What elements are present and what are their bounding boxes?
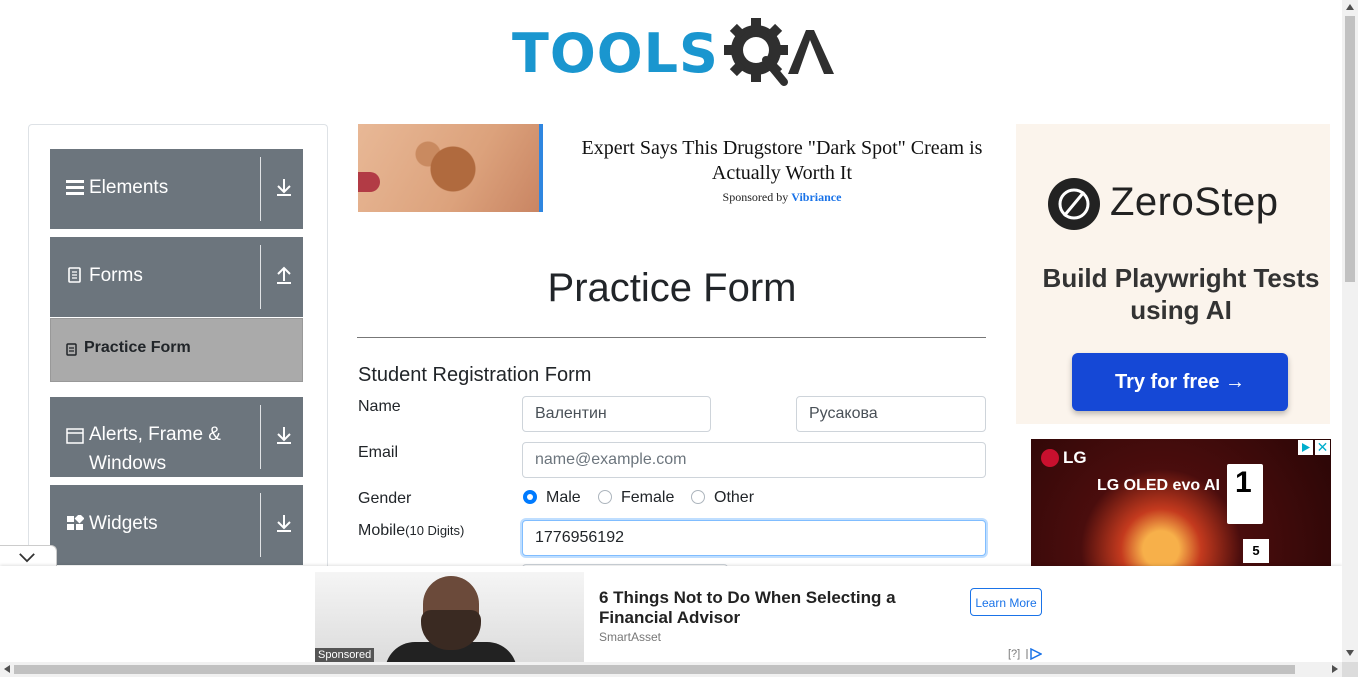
form-subtitle: Student Registration Form <box>358 364 592 386</box>
mobile-input[interactable]: 1776956192 <box>522 520 986 556</box>
ad-image <box>358 124 539 212</box>
adchoices-icon[interactable] <box>1026 648 1042 660</box>
first-name-input[interactable]: Валентин <box>522 396 711 432</box>
last-name-input[interactable]: Русакова <box>796 396 986 432</box>
mobile-hint: (10 Digits) <box>405 523 465 538</box>
upload-icon[interactable] <box>275 265 293 285</box>
tv-box-label: 5 <box>1243 539 1269 563</box>
sidebar-group-alerts[interactable]: Alerts, Frame & Windows <box>50 397 303 477</box>
scrollbar-corner <box>1342 662 1358 677</box>
ad-source: SmartAsset <box>599 630 662 644</box>
hamburger-icon <box>66 180 84 195</box>
mobile-label: Mobile(10 Digits) <box>358 522 464 540</box>
ad-sponsor-name[interactable]: Vibriance <box>791 190 841 204</box>
sidebar: Elements Forms Practice Form Alerts, Fra… <box>28 124 328 585</box>
sidebar-group-elements[interactable]: Elements <box>50 149 303 229</box>
window-icon <box>66 428 84 444</box>
mobile-label-text: Mobile <box>358 522 406 539</box>
sponsored-label: Sponsored <box>315 648 375 662</box>
clipboard-icon <box>66 343 77 356</box>
scroll-up-icon[interactable] <box>1346 4 1354 10</box>
lg-advertisement[interactable]: LG LG OLED evo AI 1 5 ✕ <box>1031 439 1331 567</box>
lg-logo-icon <box>1041 449 1059 467</box>
gender-female-label[interactable]: Female <box>621 489 674 507</box>
page-title: Practice Form <box>547 266 797 310</box>
scroll-down-icon[interactable] <box>1346 650 1354 656</box>
gender-male-radio[interactable] <box>523 490 537 504</box>
ad-sponsored-prefix: Sponsored by <box>722 190 789 204</box>
learn-more-button[interactable]: Learn More <box>970 588 1042 616</box>
ad-headline[interactable]: Expert Says This Drugstore "Dark Spot" C… <box>573 136 991 186</box>
scrollbar-thumb[interactable] <box>1345 16 1355 282</box>
zerostep-advertisement[interactable]: ZeroStep Build Playwright Tests using AI… <box>1016 124 1330 424</box>
close-icon[interactable]: ✕ <box>1315 440 1330 455</box>
try-for-free-button[interactable]: Try for free → <box>1072 353 1288 411</box>
gear-magnifier-icon <box>724 18 834 86</box>
gender-other-label[interactable]: Other <box>714 489 754 507</box>
adchoices-icon[interactable] <box>1298 440 1313 455</box>
email-input[interactable]: name@example.com <box>522 442 986 478</box>
divider <box>357 337 986 338</box>
ad-image: Sponsored <box>315 572 584 662</box>
scrollbar-thumb[interactable] <box>14 665 1295 674</box>
sidebar-item-practice-form[interactable]: Practice Form <box>50 318 303 382</box>
lg-product: LG OLED evo AI <box>1097 477 1220 494</box>
collapse-ad-toggle[interactable] <box>0 545 57 568</box>
sidebar-group-label: Forms <box>89 265 143 286</box>
logo-text: TOOLS <box>512 22 719 85</box>
gender-female-radio[interactable] <box>598 490 612 504</box>
ad-info-link[interactable]: [?] <box>1008 648 1020 660</box>
scroll-right-icon[interactable] <box>1332 665 1338 673</box>
ad-sponsor-line: Sponsored by Vibriance <box>573 190 991 205</box>
ad-brand: ZeroStep <box>1110 180 1279 224</box>
zerostep-logo-icon <box>1048 178 1100 230</box>
email-label: Email <box>358 444 399 461</box>
top-advertisement[interactable]: Expert Says This Drugstore "Dark Spot" C… <box>358 124 986 212</box>
sidebar-group-label: Alerts, Frame & Windows <box>89 424 221 474</box>
gender-other-radio[interactable] <box>691 490 705 504</box>
bottom-advertisement[interactable]: Sponsored 6 Things Not to Do When Select… <box>0 566 1342 662</box>
toolsqa-logo[interactable]: TOOLS <box>512 16 836 90</box>
download-icon[interactable] <box>275 177 293 197</box>
sidebar-group-label: Elements <box>89 177 169 198</box>
sidebar-group-forms[interactable]: Forms <box>50 237 303 317</box>
sidebar-group-widgets[interactable]: Widgets <box>50 485 303 565</box>
award-badge: 1 <box>1227 464 1263 524</box>
award-rank: 1 <box>1235 466 1252 499</box>
download-icon[interactable] <box>275 425 293 445</box>
lg-brand: LG <box>1063 448 1087 467</box>
gender-label: Gender <box>358 490 412 507</box>
horizontal-scrollbar[interactable] <box>0 662 1342 677</box>
gender-male-label[interactable]: Male <box>546 489 581 507</box>
sidebar-item-label: Practice Form <box>84 339 191 356</box>
chevron-down-icon <box>19 553 35 563</box>
scroll-left-icon[interactable] <box>4 665 10 673</box>
document-icon <box>68 267 81 283</box>
name-label: Name <box>358 398 401 415</box>
ad-tagline: Build Playwright Tests using AI <box>1042 263 1320 325</box>
vertical-scrollbar[interactable] <box>1342 0 1358 662</box>
ad-headline[interactable]: 6 Things Not to Do When Selecting a Fina… <box>599 588 959 628</box>
download-icon[interactable] <box>275 513 293 533</box>
widgets-icon <box>67 515 84 530</box>
sidebar-group-label: Widgets <box>89 513 158 534</box>
